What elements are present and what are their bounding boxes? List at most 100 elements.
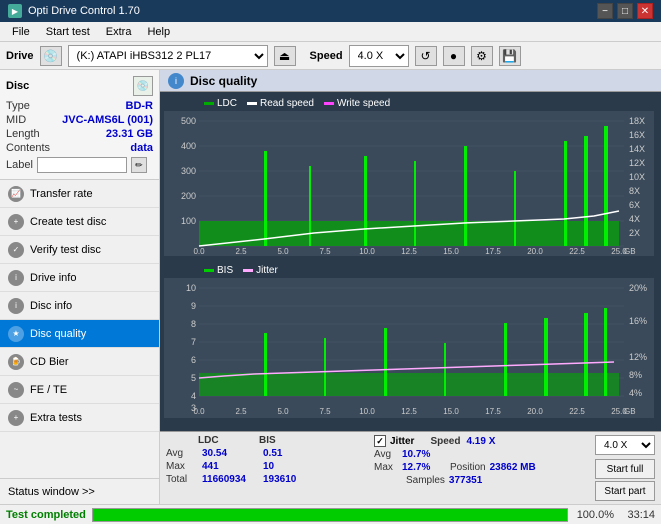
extra-tests-icon: + bbox=[8, 410, 24, 426]
legend-readspeed: Read speed bbox=[247, 98, 314, 109]
svg-text:12.5: 12.5 bbox=[401, 407, 417, 416]
disc-panel-header: Disc 💿 bbox=[6, 76, 153, 96]
drive-icon[interactable]: 💿 bbox=[40, 46, 62, 66]
svg-text:9: 9 bbox=[191, 301, 196, 311]
transfer-rate-icon: 📈 bbox=[8, 186, 24, 202]
refresh-icon[interactable]: ↺ bbox=[415, 46, 437, 66]
svg-text:22.5: 22.5 bbox=[569, 407, 585, 416]
disc-type-row: Type BD-R bbox=[6, 100, 153, 112]
start-part-button[interactable]: Start part bbox=[595, 481, 655, 501]
max-jitter: 12.7% bbox=[402, 462, 442, 473]
nav-drive-info[interactable]: i Drive info bbox=[0, 264, 159, 292]
progress-percent: 100.0% bbox=[574, 509, 614, 521]
bis-dot bbox=[204, 269, 214, 272]
disc-quality-icon: ★ bbox=[8, 326, 24, 342]
disc-contents-row: Contents data bbox=[6, 142, 153, 154]
jitter-dot bbox=[243, 269, 253, 272]
svg-text:16%: 16% bbox=[629, 316, 647, 326]
nav-fe-te[interactable]: ~ FE / TE bbox=[0, 376, 159, 404]
nav-extra-tests[interactable]: + Extra tests bbox=[0, 404, 159, 432]
app-title: Opti Drive Control 1.70 bbox=[28, 5, 140, 17]
svg-text:7.5: 7.5 bbox=[319, 407, 331, 416]
menubar: File Start test Extra Help bbox=[0, 22, 661, 42]
nav-create-test-disc-label: Create test disc bbox=[30, 216, 106, 228]
stats-speed-select[interactable]: 4.0 X bbox=[595, 435, 655, 455]
main-area: Disc 💿 Type BD-R MID JVC-AMS6L (001) Len… bbox=[0, 70, 661, 504]
fe-te-icon: ~ bbox=[8, 382, 24, 398]
chart-header-icon: i bbox=[168, 73, 184, 89]
nav-transfer-rate-label: Transfer rate bbox=[30, 188, 93, 200]
progress-time: 33:14 bbox=[620, 509, 655, 521]
menu-help[interactable]: Help bbox=[139, 24, 178, 40]
svg-text:10.0: 10.0 bbox=[359, 247, 375, 256]
nav-create-test-disc[interactable]: + Create test disc bbox=[0, 208, 159, 236]
svg-text:10.0: 10.0 bbox=[359, 407, 375, 416]
svg-text:2.5: 2.5 bbox=[235, 407, 247, 416]
svg-text:0.0: 0.0 bbox=[193, 247, 205, 256]
nav-verify-test-disc-label: Verify test disc bbox=[30, 244, 101, 256]
svg-text:20.0: 20.0 bbox=[527, 247, 543, 256]
minimize-button[interactable]: − bbox=[597, 3, 613, 19]
maximize-button[interactable]: □ bbox=[617, 3, 633, 19]
nav-verify-test-disc[interactable]: ✓ Verify test disc bbox=[0, 236, 159, 264]
speed-select[interactable]: 4.0 X bbox=[349, 45, 409, 67]
menu-extra[interactable]: Extra bbox=[98, 24, 140, 40]
max-label2: Max bbox=[374, 462, 398, 473]
svg-text:18X: 18X bbox=[629, 116, 645, 126]
top-chart-container: LDC Read speed Write speed bbox=[164, 96, 657, 261]
max-ldc: 441 bbox=[202, 461, 257, 472]
eject-icon[interactable]: ⏏ bbox=[274, 46, 296, 66]
svg-text:20.0: 20.0 bbox=[527, 407, 543, 416]
svg-text:4: 4 bbox=[191, 391, 196, 401]
nav-disc-quality-label: Disc quality bbox=[30, 328, 86, 340]
svg-text:10: 10 bbox=[186, 283, 196, 293]
svg-text:GB: GB bbox=[624, 407, 636, 416]
nav-transfer-rate[interactable]: 📈 Transfer rate bbox=[0, 180, 159, 208]
disc-icon[interactable]: ● bbox=[443, 46, 465, 66]
samples-value: 377351 bbox=[449, 475, 482, 486]
svg-text:12X: 12X bbox=[629, 158, 645, 168]
svg-text:5.0: 5.0 bbox=[277, 247, 289, 256]
svg-text:15.0: 15.0 bbox=[443, 247, 459, 256]
svg-text:300: 300 bbox=[181, 166, 196, 176]
svg-text:0.0: 0.0 bbox=[193, 407, 205, 416]
contents-value: data bbox=[130, 142, 153, 154]
save-icon[interactable]: 💾 bbox=[499, 46, 521, 66]
svg-text:17.5: 17.5 bbox=[485, 407, 501, 416]
nav-cd-bier[interactable]: 🍺 CD Bier bbox=[0, 348, 159, 376]
svg-text:14X: 14X bbox=[629, 144, 645, 154]
svg-text:GB: GB bbox=[624, 247, 636, 256]
drive-select[interactable]: (K:) ATAPI iHBS312 2 PL17 bbox=[68, 45, 268, 67]
status-window-btn[interactable]: Status window >> bbox=[0, 478, 159, 504]
create-test-disc-icon: + bbox=[8, 214, 24, 230]
close-button[interactable]: ✕ bbox=[637, 3, 653, 19]
svg-text:10X: 10X bbox=[629, 172, 645, 182]
svg-text:12%: 12% bbox=[629, 352, 647, 362]
label-edit-icon[interactable]: ✏ bbox=[131, 157, 147, 173]
menu-starttest[interactable]: Start test bbox=[38, 24, 98, 40]
avg-ldc: 30.54 bbox=[202, 448, 257, 459]
nav-disc-quality[interactable]: ★ Disc quality bbox=[0, 320, 159, 348]
bottom-chart-container: BIS Jitter bbox=[164, 263, 657, 428]
top-chart-svg: 500 400 300 200 100 18X 16X 14X 12X 10X … bbox=[164, 111, 654, 256]
progress-bar-container: Test completed 100.0% 33:14 bbox=[0, 504, 661, 524]
svg-text:12.5: 12.5 bbox=[401, 247, 417, 256]
nav-disc-info[interactable]: i Disc info bbox=[0, 292, 159, 320]
svg-text:5: 5 bbox=[191, 373, 196, 383]
progress-bar-bg bbox=[92, 508, 568, 522]
legend-bis-label: BIS bbox=[217, 265, 233, 276]
start-full-button[interactable]: Start full bbox=[595, 459, 655, 479]
label-input[interactable] bbox=[37, 157, 127, 173]
top-chart-legend: LDC Read speed Write speed bbox=[164, 96, 657, 111]
svg-text:15.0: 15.0 bbox=[443, 407, 459, 416]
menu-file[interactable]: File bbox=[4, 24, 38, 40]
jitter-checkbox[interactable]: ✓ bbox=[374, 435, 386, 447]
nav-cd-bier-label: CD Bier bbox=[30, 356, 69, 368]
jitter-col-header: Jitter bbox=[390, 436, 414, 447]
legend-bis: BIS bbox=[204, 265, 233, 276]
total-bis: 193610 bbox=[263, 474, 308, 485]
disc-panel-icon: 💿 bbox=[133, 76, 153, 96]
bis-col-header: BIS bbox=[259, 435, 304, 446]
speed-col-header: Speed bbox=[430, 436, 460, 447]
settings-icon[interactable]: ⚙ bbox=[471, 46, 493, 66]
